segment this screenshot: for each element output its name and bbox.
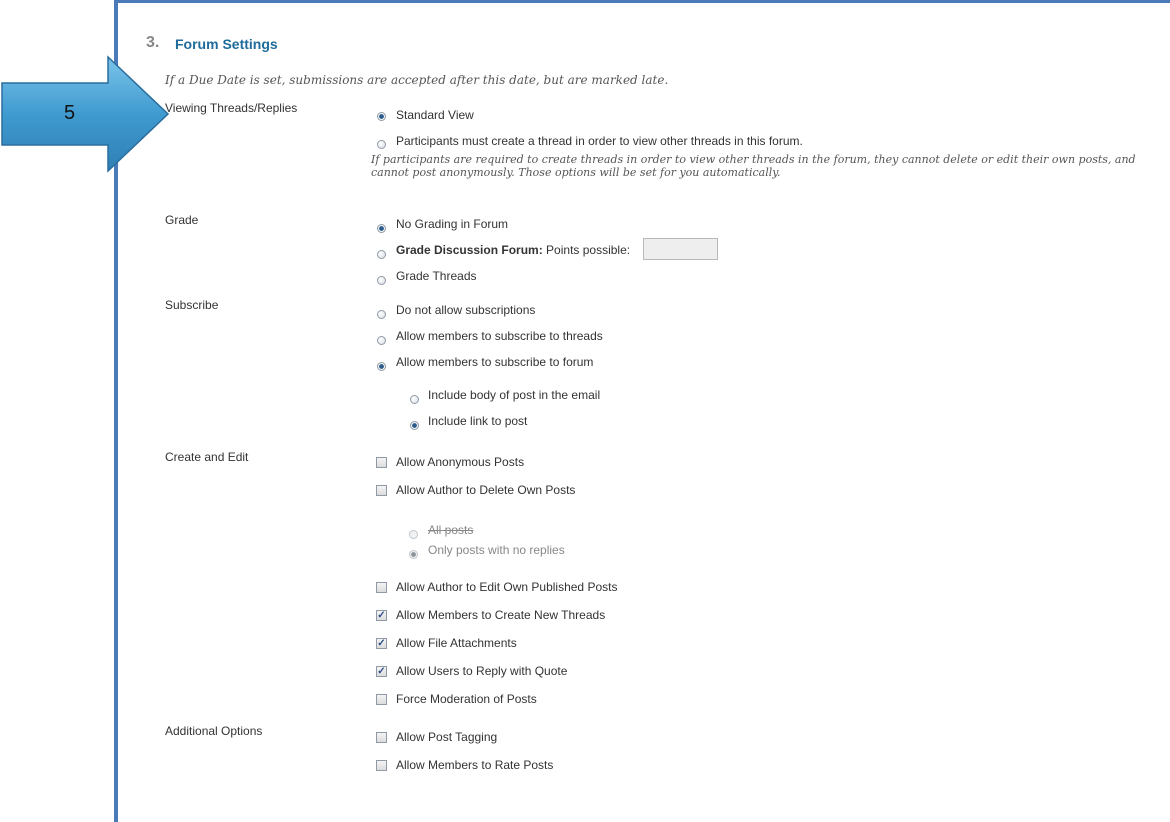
post-tagging-checkbox[interactable]: [376, 732, 387, 743]
grade-discussion-radio[interactable]: [377, 250, 386, 259]
force-moderation-label: Force Moderation of Posts: [396, 692, 537, 706]
no-subscriptions-label: Do not allow subscriptions: [396, 303, 536, 317]
no-grading-radio[interactable]: [377, 224, 386, 233]
all-posts-label: All posts: [428, 523, 474, 537]
must-create-thread-radio[interactable]: [377, 140, 386, 149]
reply-quote-label: Allow Users to Reply with Quote: [396, 664, 568, 678]
viewing-label: Viewing Threads/Replies: [165, 101, 298, 115]
edit-own-posts-checkbox[interactable]: [376, 582, 387, 593]
no-grading-label: No Grading in Forum: [396, 217, 509, 231]
rate-posts-checkbox[interactable]: [376, 760, 387, 771]
subscribe-forum-label: Allow members to subscribe to forum: [396, 355, 594, 369]
create-edit-label: Create and Edit: [165, 450, 249, 464]
section-title: Forum Settings: [175, 36, 278, 52]
file-attachments-label: Allow File Attachments: [396, 636, 517, 650]
reply-quote-checkbox[interactable]: ✓: [376, 666, 387, 677]
no-subscriptions-radio[interactable]: [377, 310, 386, 319]
no-replies-label: Only posts with no replies: [428, 543, 565, 557]
delete-own-posts-label: Allow Author to Delete Own Posts: [396, 483, 576, 497]
callout-number: 5: [64, 102, 76, 124]
subscribe-forum-radio[interactable]: [377, 362, 386, 371]
must-create-thread-label: Participants must create a thread in ord…: [396, 134, 803, 148]
include-body-label: Include body of post in the email: [428, 388, 601, 402]
anonymous-posts-label: Allow Anonymous Posts: [396, 455, 525, 469]
forum-settings-panel: [114, 0, 1170, 822]
all-posts-radio[interactable]: [409, 530, 418, 539]
file-attachments-checkbox[interactable]: ✓: [376, 638, 387, 649]
post-tagging-label: Allow Post Tagging: [396, 730, 498, 744]
grade-threads-radio[interactable]: [377, 276, 386, 285]
create-threads-checkbox[interactable]: ✓: [376, 610, 387, 621]
viewing-help-text: If participants are required to create t…: [371, 153, 1136, 179]
subscribe-threads-radio[interactable]: [377, 336, 386, 345]
additional-options-label: Additional Options: [165, 724, 263, 738]
delete-own-posts-checkbox[interactable]: [376, 485, 387, 496]
edit-own-posts-label: Allow Author to Edit Own Published Posts: [396, 580, 618, 594]
standard-view-radio[interactable]: [377, 112, 386, 121]
grade-discussion-bold: Grade Discussion Forum:: [396, 243, 543, 257]
subscribe-label: Subscribe: [165, 298, 219, 312]
grade-threads-label: Grade Threads: [396, 269, 477, 283]
anonymous-posts-checkbox[interactable]: [376, 457, 387, 468]
rate-posts-label: Allow Members to Rate Posts: [396, 758, 554, 772]
due-date-note: If a Due Date is set, submissions are ac…: [165, 73, 669, 87]
create-threads-label: Allow Members to Create New Threads: [396, 608, 606, 622]
subscribe-threads-label: Allow members to subscribe to threads: [396, 329, 603, 343]
include-body-radio[interactable]: [410, 395, 419, 404]
points-possible-label: Points possible:: [546, 243, 631, 257]
include-link-label: Include link to post: [428, 414, 528, 428]
standard-view-label: Standard View: [396, 108, 474, 122]
grade-label: Grade: [165, 213, 199, 227]
force-moderation-checkbox[interactable]: [376, 694, 387, 705]
include-link-radio[interactable]: [410, 421, 419, 430]
no-replies-radio[interactable]: [409, 550, 418, 559]
points-possible-input[interactable]: [643, 238, 718, 260]
section-number: 3.: [146, 34, 160, 51]
grade-discussion-label: Grade Discussion Forum: Points possible:: [396, 243, 630, 257]
callout-arrow: [1, 55, 170, 173]
